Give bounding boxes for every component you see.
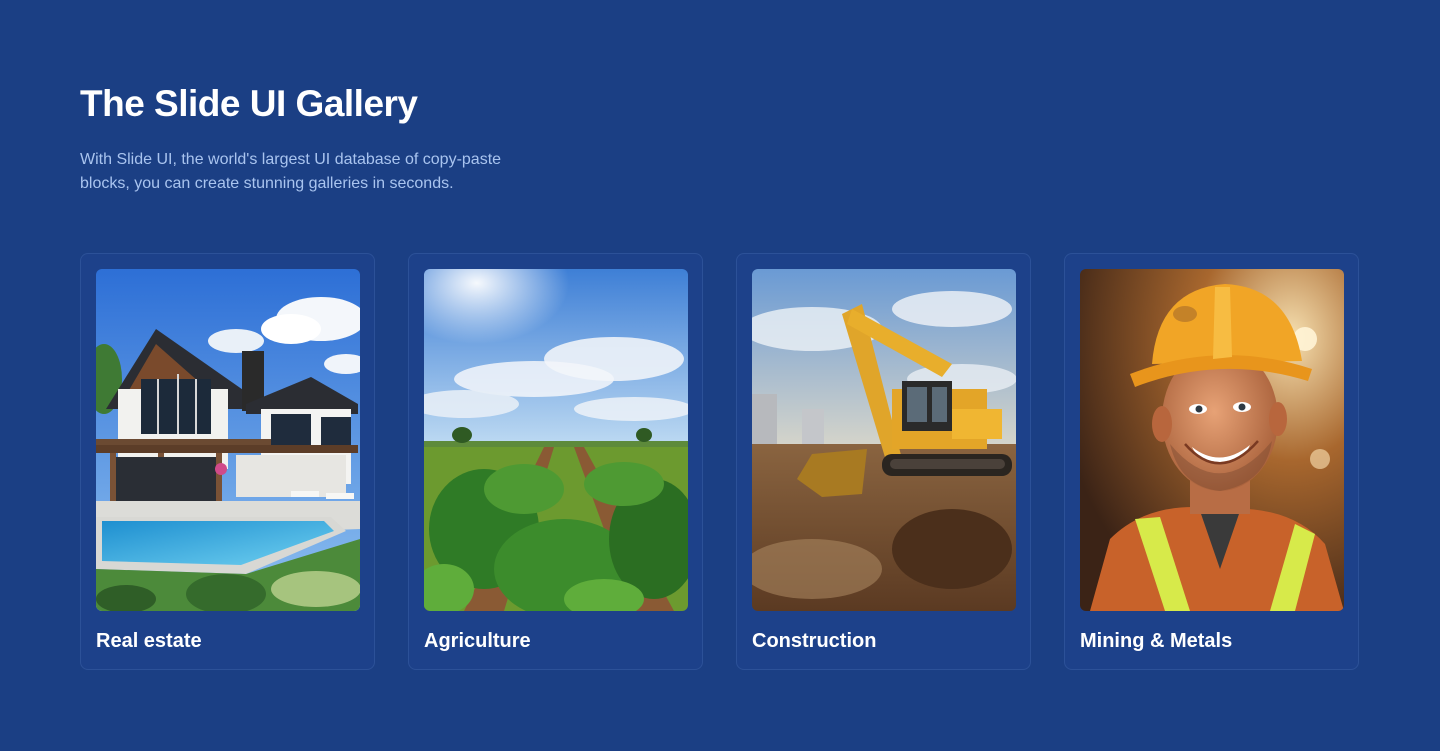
- gallery-header: The Slide UI Gallery With Slide UI, the …: [80, 82, 600, 196]
- card-label: Construction: [752, 630, 877, 652]
- gallery-grid: Real estate Agriculture Construction Min…: [80, 253, 1359, 670]
- construction-image: [752, 269, 1016, 611]
- card-label: Agriculture: [424, 630, 531, 652]
- mining-metals-image: [1080, 269, 1344, 611]
- gallery-card-construction[interactable]: Construction: [736, 253, 1031, 670]
- card-label: Real estate: [96, 630, 202, 652]
- agriculture-image: [424, 269, 688, 611]
- gallery-card-real-estate[interactable]: Real estate: [80, 253, 375, 670]
- page-subtitle: With Slide UI, the world's largest UI da…: [80, 151, 502, 192]
- gallery-card-agriculture[interactable]: Agriculture: [408, 253, 703, 670]
- gallery-card-mining-metals[interactable]: Mining & Metals: [1064, 253, 1359, 670]
- card-label: Mining & Metals: [1080, 630, 1233, 652]
- real-estate-image: [96, 269, 360, 611]
- page-title: The Slide UI Gallery: [80, 83, 418, 124]
